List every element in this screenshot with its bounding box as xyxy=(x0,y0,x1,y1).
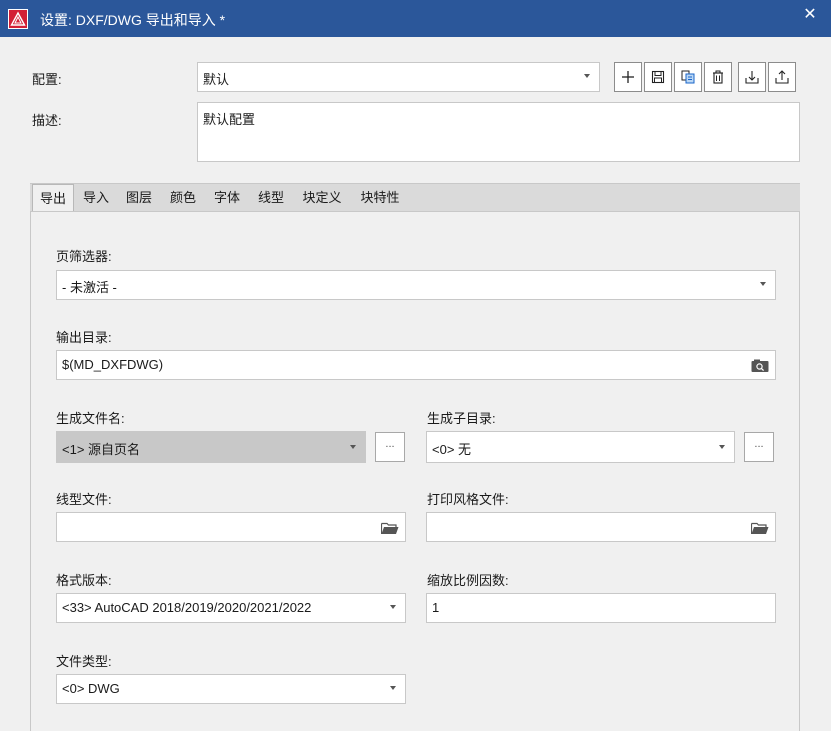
file-type-select[interactable]: <0> DWG xyxy=(56,674,406,704)
file-name-more-button[interactable]: ... xyxy=(375,432,405,462)
format-label: 格式版本: xyxy=(56,573,112,588)
description-value: 默认配置 xyxy=(203,112,256,127)
output-dir-input[interactable]: $(MD_DXFDWG) xyxy=(56,350,776,380)
tab-linetypes[interactable]: 线型 xyxy=(250,184,292,212)
profile-select[interactable]: 默认 xyxy=(197,62,600,92)
chevron-down-icon xyxy=(390,605,396,609)
plot-style-label: 打印风格文件: xyxy=(427,492,509,507)
tab-block-properties[interactable]: 块特性 xyxy=(352,184,408,212)
import-icon xyxy=(745,71,759,84)
close-button[interactable]: ✕ xyxy=(799,4,821,26)
page-filter-value: - 未激活 - xyxy=(62,280,117,295)
app-warning-icon xyxy=(8,9,28,29)
export-profile-button[interactable] xyxy=(768,62,796,92)
profile-label: 配置: xyxy=(32,72,62,87)
file-name-value: <1> 源自页名 xyxy=(62,442,141,457)
description-label: 描述: xyxy=(32,113,62,128)
add-icon xyxy=(622,71,634,83)
profile-select-value: 默认 xyxy=(203,72,230,87)
plot-style-input[interactable] xyxy=(426,512,776,542)
page-filter-select[interactable]: - 未激活 - xyxy=(56,270,776,300)
subdir-more-button[interactable]: ... xyxy=(744,432,774,462)
scale-label: 缩放比例因数: xyxy=(427,573,509,588)
file-type-label: 文件类型: xyxy=(56,654,112,669)
save-profile-button[interactable] xyxy=(644,62,672,92)
folder-open-icon[interactable] xyxy=(751,521,769,535)
tab-block-definitions[interactable]: 块定义 xyxy=(294,184,350,212)
subdir-select[interactable]: <0> 无 xyxy=(426,431,735,463)
file-name-select[interactable]: <1> 源自页名 xyxy=(56,431,366,463)
tab-strip: 导出 导入 图层 颜色 字体 线型 块定义 块特性 xyxy=(30,183,800,213)
delete-icon xyxy=(713,70,723,84)
title-bar: 设置: DXF/DWG 导出和导入 * ✕ xyxy=(0,0,831,37)
chevron-down-icon xyxy=(719,445,725,449)
export-icon xyxy=(775,70,789,84)
tab-layers[interactable]: 图层 xyxy=(118,184,160,212)
chevron-down-icon xyxy=(350,445,356,449)
tab-fonts[interactable]: 字体 xyxy=(206,184,248,212)
page-filter-label: 页筛选器: xyxy=(56,249,112,264)
tab-export[interactable]: 导出 xyxy=(32,184,74,213)
scale-value: 1 xyxy=(432,600,440,615)
chevron-down-icon xyxy=(390,686,396,690)
output-dir-label: 输出目录: xyxy=(56,330,112,345)
linetype-file-input[interactable] xyxy=(56,512,406,542)
copy-profile-button[interactable] xyxy=(674,62,702,92)
scale-input[interactable]: 1 xyxy=(426,593,776,623)
output-dir-value: $(MD_DXFDWG) xyxy=(62,357,164,372)
subdir-value: <0> 无 xyxy=(432,442,472,457)
folder-open-icon[interactable] xyxy=(381,521,399,535)
linetype-file-label: 线型文件: xyxy=(56,492,112,507)
subdir-label: 生成子目录: xyxy=(427,411,496,426)
file-type-value: <0> DWG xyxy=(62,681,120,696)
browse-variable-icon[interactable] xyxy=(751,359,769,373)
save-icon xyxy=(651,70,665,84)
window-title: 设置: DXF/DWG 导出和导入 * xyxy=(40,12,226,28)
copy-icon xyxy=(681,70,695,84)
description-textarea[interactable]: 默认配置 xyxy=(197,102,800,162)
chevron-down-icon xyxy=(760,282,766,286)
format-select[interactable]: <33> AutoCAD 2018/2019/2020/2021/2022 xyxy=(56,593,406,623)
file-name-label: 生成文件名: xyxy=(56,411,125,426)
delete-profile-button[interactable] xyxy=(704,62,732,92)
tab-colors[interactable]: 颜色 xyxy=(162,184,204,212)
chevron-down-icon xyxy=(584,74,590,78)
import-profile-button[interactable] xyxy=(738,62,766,92)
format-value: <33> AutoCAD 2018/2019/2020/2021/2022 xyxy=(62,600,312,615)
add-profile-button[interactable] xyxy=(614,62,642,92)
tab-import[interactable]: 导入 xyxy=(76,184,116,212)
